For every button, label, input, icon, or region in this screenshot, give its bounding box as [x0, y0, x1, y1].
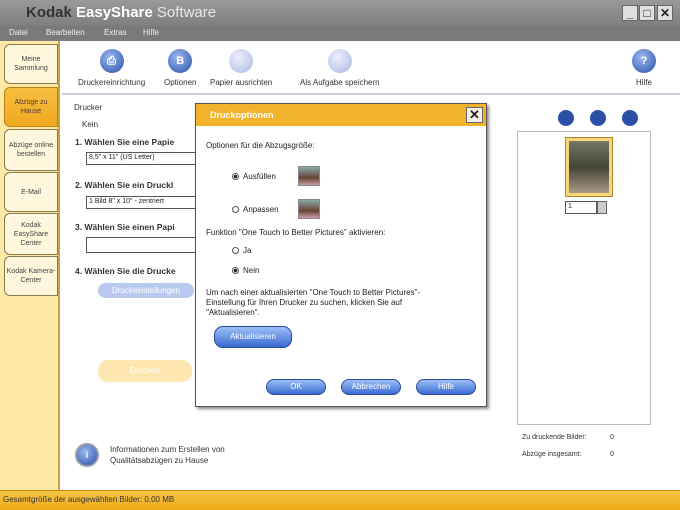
save-task-button[interactable]: Als Aufgabe speichern	[300, 49, 380, 87]
update-button[interactable]: Aktualisieren	[214, 326, 292, 348]
yes-radio[interactable]: Ja	[232, 246, 251, 255]
sidebar-tab-print-home[interactable]: Abzüge zu Hause	[4, 87, 58, 127]
print-settings-button[interactable]: Druckeinstellungen	[98, 283, 194, 298]
menu-extras[interactable]: Extras	[104, 28, 127, 37]
copies-spinner[interactable]	[597, 201, 607, 214]
print-options-dialog: Druckoptionen ✕ Optionen für die Abzugsg…	[195, 103, 487, 407]
menu-bar: Datei Bearbeiten Extras Hilfe	[0, 26, 680, 41]
fit-radio[interactable]: Anpassen	[232, 205, 279, 214]
minimize-button[interactable]: _	[622, 5, 638, 21]
sidebar-tab-email[interactable]: E-Mail	[4, 172, 58, 212]
images-to-print-value: 0	[610, 434, 614, 441]
step-4-label: 4. Wählen Sie die Drucke	[75, 266, 176, 276]
copies-input[interactable]: 1	[565, 201, 597, 214]
app-title: Kodak EasyShare Software	[26, 4, 217, 21]
preview-panel: 1	[517, 131, 651, 425]
size-options-heading: Optionen für die Abzugsgröße:	[206, 141, 315, 150]
step-2-label: 2. Wählen Sie ein Druckl	[75, 180, 174, 190]
printer-setup-icon: ⎙	[99, 49, 124, 73]
zoom-icon[interactable]	[590, 110, 606, 126]
info-icon[interactable]: i	[75, 443, 99, 467]
info-link-line2[interactable]: Qualitätsabzügen zu Hause	[110, 456, 208, 465]
status-text: Gesamtgröße der ausgewählten Bilder: 0,0…	[3, 495, 175, 504]
no-radio[interactable]: Nein	[232, 266, 259, 275]
sidebar-tab-collection[interactable]: Meine Sammlung	[4, 44, 58, 84]
paper-type-select[interactable]	[86, 237, 196, 253]
fill-preview-thumbnail	[298, 166, 320, 186]
update-info-text: Um nach einer aktualisierten "One Touch …	[206, 288, 421, 317]
view-icon[interactable]	[622, 110, 638, 126]
menu-hilfe[interactable]: Hilfe	[143, 28, 159, 37]
radio-fill[interactable]	[232, 173, 239, 180]
paper-align-icon	[229, 49, 254, 73]
menu-bearbeiten[interactable]: Bearbeiten	[46, 28, 85, 37]
fill-radio[interactable]: Ausfüllen	[232, 172, 276, 181]
toolbar: ⎙ Druckereinrichtung B Optionen Papier aus…	[62, 41, 680, 95]
maximize-button[interactable]: □	[639, 5, 655, 21]
dialog-title: Druckoptionen	[196, 104, 486, 126]
printer-value: Kein	[82, 120, 99, 129]
paper-align-button[interactable]: Papier ausrichten	[210, 49, 272, 87]
dialog-close-button[interactable]: ✕	[466, 107, 483, 123]
cancel-button[interactable]: Abbrechen	[341, 379, 401, 395]
status-bar: Gesamtgröße der ausgewählten Bilder: 0,0…	[0, 490, 680, 510]
sidebar-tab-camera-center[interactable]: Kodak Kamera-Center	[4, 256, 58, 296]
printer-setup-button[interactable]: ⎙ Druckereinrichtung	[78, 49, 145, 87]
total-prints-label: Abzüge insgesamt:	[522, 451, 582, 458]
paper-size-select[interactable]: 8,5" x 11" (US Letter)	[86, 152, 196, 165]
save-task-icon	[327, 49, 352, 73]
options-button[interactable]: B Optionen	[164, 49, 196, 87]
rotate-icon[interactable]	[558, 110, 574, 126]
total-prints-value: 0	[610, 451, 614, 458]
menu-datei[interactable]: Datei	[9, 28, 28, 37]
help-icon: ?	[632, 49, 656, 73]
help-button[interactable]: ? Hilfe	[632, 49, 656, 87]
dialog-help-button[interactable]: Hilfe	[416, 379, 476, 395]
fit-preview-thumbnail	[298, 199, 320, 219]
otb-heading: Funktion "One Touch to Better Pictures" …	[206, 228, 386, 237]
sidebar-tab-easyshare-center[interactable]: Kodak EasyShare Center	[4, 213, 58, 255]
radio-yes[interactable]	[232, 247, 239, 254]
printer-label: Drucker	[74, 103, 103, 112]
ok-button[interactable]: OK	[266, 379, 326, 395]
info-link-line1[interactable]: Informationen zum Erstellen von	[110, 445, 225, 454]
print-button[interactable]: Drucken	[98, 360, 192, 382]
step-3-label: 3. Wählen Sie einen Papi	[75, 222, 175, 232]
options-icon: B	[168, 49, 193, 73]
radio-fit[interactable]	[232, 206, 239, 213]
close-button[interactable]: ✕	[657, 5, 673, 21]
title-bar: Kodak EasyShare Software _ □ ✕	[0, 0, 680, 26]
layout-select[interactable]: 1 Bild 8" x 10" - zentriert	[86, 196, 196, 209]
radio-no[interactable]	[232, 267, 239, 274]
preview-thumbnail[interactable]	[565, 137, 613, 197]
sidebar: Meine Sammlung Abzüge zu Hause Abzüge on…	[0, 41, 60, 491]
images-to-print-label: Zu druckende Bilder:	[522, 434, 587, 441]
step-1-label: 1. Wählen Sie eine Papie	[75, 137, 175, 147]
sidebar-tab-order-online[interactable]: Abzüge online bestellen	[4, 129, 58, 171]
